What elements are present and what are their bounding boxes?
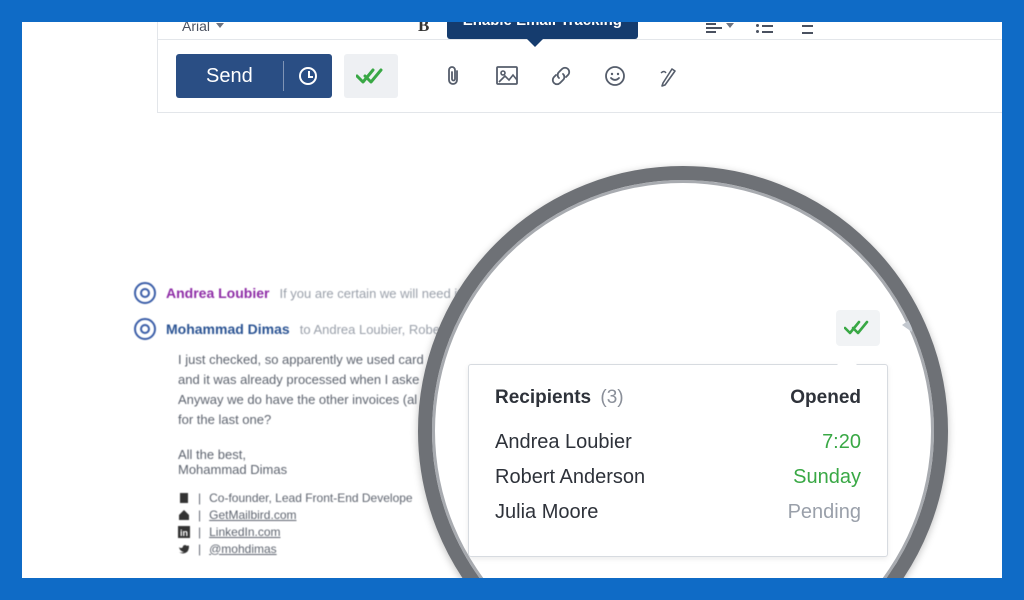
recipients-header: Recipients (3) [495, 387, 624, 409]
font-family-dropdown[interactable]: Arial [182, 22, 224, 34]
recipients-count: (3) [600, 387, 623, 408]
insert-image-button[interactable] [486, 55, 528, 97]
signature-button[interactable] [648, 55, 690, 97]
action-row: Send Enable Email Tracking [158, 40, 1002, 112]
attach-file-button[interactable] [432, 55, 474, 97]
send-button[interactable]: Send [176, 54, 283, 98]
image-icon [496, 66, 518, 86]
separator: | [198, 508, 201, 522]
insert-emoji-button[interactable] [594, 55, 636, 97]
home-icon [178, 509, 190, 521]
signature-twitter-link[interactable]: @mohdimas [209, 542, 277, 556]
opened-header: Opened [790, 387, 861, 409]
separator: | [198, 542, 201, 556]
tracking-status-button[interactable] [836, 310, 880, 346]
recipient-row: Robert Anderson Sunday [495, 460, 861, 495]
font-family-label: Arial [182, 22, 210, 34]
insert-link-button[interactable] [540, 55, 582, 97]
double-check-icon [356, 67, 386, 85]
recipient-row: Julia Moore Pending [495, 495, 861, 530]
paperclip-icon [443, 65, 463, 87]
emoji-icon [604, 65, 626, 87]
tracking-tooltip: Enable Email Tracking [447, 22, 638, 39]
avatar-icon [134, 318, 156, 340]
pen-icon [659, 65, 679, 87]
avatar-icon [134, 282, 156, 304]
signature-role: Co-founder, Lead Front-End Develope [209, 491, 412, 505]
twitter-icon [178, 543, 190, 555]
recipient-opened: Pending [788, 501, 861, 524]
composer-toolbar: Arial B I U A A [157, 22, 1002, 113]
tracking-tooltip-text: Enable Email Tracking [463, 22, 622, 29]
chevron-down-icon [216, 23, 224, 28]
chevron-down-icon [726, 23, 734, 28]
numbered-list-button[interactable] [795, 22, 813, 35]
clock-icon [299, 67, 317, 85]
bullet-list-button[interactable] [756, 22, 773, 33]
building-icon [178, 492, 190, 504]
email-tracking-button[interactable]: Enable Email Tracking [344, 54, 398, 98]
recipient-row: Andrea Loubier 7:20 [495, 425, 861, 460]
send-button-group: Send [176, 54, 332, 98]
reply-button[interactable] [900, 314, 928, 341]
recipient-name: Julia Moore [495, 501, 598, 524]
recipient-name: Andrea Loubier [495, 431, 632, 454]
send-label: Send [206, 65, 253, 87]
bold-button[interactable]: B [418, 22, 429, 36]
recipient-name: Robert Anderson [495, 466, 645, 489]
linkedin-icon: in [178, 526, 190, 538]
recipient-opened: 7:20 [822, 431, 861, 454]
align-left-icon [706, 22, 722, 33]
magnifier-lens: Recipients (3) Opened Andrea Loubier 7:2… [418, 166, 948, 578]
recipient-opened: Sunday [793, 466, 861, 489]
schedule-send-button[interactable] [284, 54, 332, 98]
signature-linkedin-link[interactable]: LinkedIn.com [209, 525, 280, 539]
tracking-popover: Recipients (3) Opened Andrea Loubier 7:2… [468, 364, 888, 557]
text-align-dropdown[interactable] [706, 22, 734, 33]
signature-website-link[interactable]: GetMailbird.com [209, 508, 296, 522]
link-icon [550, 65, 572, 87]
double-check-icon [844, 320, 872, 336]
sender-name: Andrea Loubier [166, 285, 269, 301]
reply-icon [900, 314, 928, 336]
recipients-label: Recipients [495, 387, 591, 408]
sender-name: Mohammad Dimas [166, 321, 290, 337]
svg-text:in: in [180, 528, 188, 538]
separator: | [198, 491, 201, 505]
separator: | [198, 525, 201, 539]
